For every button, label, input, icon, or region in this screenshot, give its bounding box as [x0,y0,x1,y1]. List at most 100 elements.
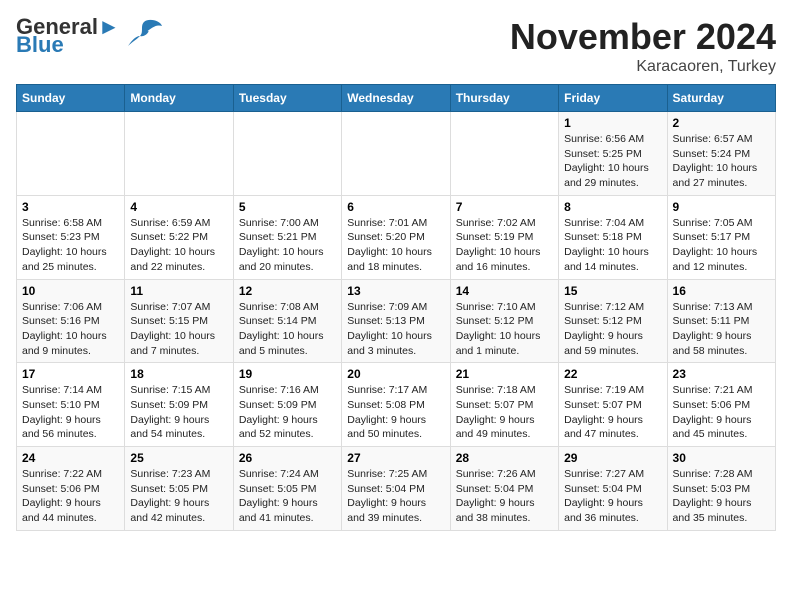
weekday-header: Friday [559,85,667,112]
day-number: 1 [564,116,661,130]
calendar-cell: 28 Sunrise: 7:26 AM Sunset: 5:04 PM Dayli… [450,447,558,531]
calendar-location: Karacaoren, Turkey [510,58,776,76]
day-number: 16 [673,284,770,298]
day-info: Sunrise: 7:06 AM Sunset: 5:16 PM Dayligh… [22,300,119,359]
day-number: 26 [239,451,336,465]
calendar-cell: 22 Sunrise: 7:19 AM Sunset: 5:07 PM Dayli… [559,363,667,447]
day-number: 8 [564,200,661,214]
day-number: 11 [130,284,227,298]
day-info: Sunrise: 7:19 AM Sunset: 5:07 PM Dayligh… [564,383,661,442]
calendar-cell: 25 Sunrise: 7:23 AM Sunset: 5:05 PM Dayli… [125,447,233,531]
calendar-cell [17,112,125,196]
calendar-cell: 11 Sunrise: 7:07 AM Sunset: 5:15 PM Dayli… [125,279,233,363]
calendar-cell: 24 Sunrise: 7:22 AM Sunset: 5:06 PM Dayli… [17,447,125,531]
calendar-header-row: SundayMondayTuesdayWednesdayThursdayFrid… [17,85,776,112]
day-info: Sunrise: 7:23 AM Sunset: 5:05 PM Dayligh… [130,467,227,526]
day-number: 17 [22,367,119,381]
day-number: 14 [456,284,553,298]
day-info: Sunrise: 7:21 AM Sunset: 5:06 PM Dayligh… [673,383,770,442]
day-info: Sunrise: 7:16 AM Sunset: 5:09 PM Dayligh… [239,383,336,442]
calendar-cell: 8 Sunrise: 7:04 AM Sunset: 5:18 PM Daylig… [559,195,667,279]
calendar-cell: 12 Sunrise: 7:08 AM Sunset: 5:14 PM Dayli… [233,279,341,363]
weekday-header: Monday [125,85,233,112]
calendar-cell: 30Sunrise: 7:28 AM Sunset: 5:03 PM Dayli… [667,447,775,531]
calendar-week-row: 10 Sunrise: 7:06 AM Sunset: 5:16 PM Dayli… [17,279,776,363]
day-info: Sunrise: 7:04 AM Sunset: 5:18 PM Dayligh… [564,216,661,275]
day-number: 25 [130,451,227,465]
day-info: Sunrise: 6:57 AM Sunset: 5:24 PM Dayligh… [673,132,770,191]
calendar-week-row: 3 Sunrise: 6:58 AM Sunset: 5:23 PM Daylig… [17,195,776,279]
weekday-header: Sunday [17,85,125,112]
calendar-cell: 9 Sunrise: 7:05 AM Sunset: 5:17 PM Daylig… [667,195,775,279]
calendar-cell: 18 Sunrise: 7:15 AM Sunset: 5:09 PM Dayli… [125,363,233,447]
calendar-cell [450,112,558,196]
day-info: Sunrise: 7:02 AM Sunset: 5:19 PM Dayligh… [456,216,553,275]
weekday-header: Saturday [667,85,775,112]
day-info: Sunrise: 7:14 AM Sunset: 5:10 PM Dayligh… [22,383,119,442]
day-number: 19 [239,367,336,381]
calendar-cell: 10 Sunrise: 7:06 AM Sunset: 5:16 PM Dayli… [17,279,125,363]
day-info: Sunrise: 7:05 AM Sunset: 5:17 PM Dayligh… [673,216,770,275]
day-info: Sunrise: 7:26 AM Sunset: 5:04 PM Dayligh… [456,467,553,526]
calendar-cell: 19 Sunrise: 7:16 AM Sunset: 5:09 PM Dayli… [233,363,341,447]
calendar-cell: 26Sunrise: 7:24 AM Sunset: 5:05 PM Dayli… [233,447,341,531]
page-header: General► Blue November 2024 Karacaoren, … [16,16,776,76]
day-number: 20 [347,367,444,381]
day-number: 22 [564,367,661,381]
calendar-cell [125,112,233,196]
day-number: 5 [239,200,336,214]
day-number: 24 [22,451,119,465]
day-info: Sunrise: 7:15 AM Sunset: 5:09 PM Dayligh… [130,383,227,442]
calendar-week-row: 24 Sunrise: 7:22 AM Sunset: 5:06 PM Dayli… [17,447,776,531]
calendar-cell: 4Sunrise: 6:59 AM Sunset: 5:22 PM Daylig… [125,195,233,279]
day-info: Sunrise: 7:22 AM Sunset: 5:06 PM Dayligh… [22,467,119,526]
weekday-header: Wednesday [342,85,450,112]
day-info: Sunrise: 7:25 AM Sunset: 5:04 PM Dayligh… [347,467,444,526]
calendar-cell: 14 Sunrise: 7:10 AM Sunset: 5:12 PM Dayli… [450,279,558,363]
calendar-title-block: November 2024 Karacaoren, Turkey [510,16,776,76]
day-info: Sunrise: 6:58 AM Sunset: 5:23 PM Dayligh… [22,216,119,275]
calendar-cell: 27 Sunrise: 7:25 AM Sunset: 5:04 PM Dayli… [342,447,450,531]
day-number: 15 [564,284,661,298]
day-info: Sunrise: 7:13 AM Sunset: 5:11 PM Dayligh… [673,300,770,359]
day-number: 28 [456,451,553,465]
day-number: 4 [130,200,227,214]
day-info: Sunrise: 7:10 AM Sunset: 5:12 PM Dayligh… [456,300,553,359]
calendar-cell: 5Sunrise: 7:00 AM Sunset: 5:21 PM Daylig… [233,195,341,279]
day-info: Sunrise: 7:07 AM Sunset: 5:15 PM Dayligh… [130,300,227,359]
calendar-cell: 16 Sunrise: 7:13 AM Sunset: 5:11 PM Dayli… [667,279,775,363]
day-info: Sunrise: 7:27 AM Sunset: 5:04 PM Dayligh… [564,467,661,526]
calendar-cell: 13Sunrise: 7:09 AM Sunset: 5:13 PM Dayli… [342,279,450,363]
logo: General► Blue [16,16,162,56]
day-info: Sunrise: 7:18 AM Sunset: 5:07 PM Dayligh… [456,383,553,442]
day-info: Sunrise: 7:01 AM Sunset: 5:20 PM Dayligh… [347,216,444,275]
day-info: Sunrise: 7:08 AM Sunset: 5:14 PM Dayligh… [239,300,336,359]
calendar-cell: 6 Sunrise: 7:01 AM Sunset: 5:20 PM Daylig… [342,195,450,279]
day-number: 30 [673,451,770,465]
weekday-header: Thursday [450,85,558,112]
calendar-cell: 21Sunrise: 7:18 AM Sunset: 5:07 PM Dayli… [450,363,558,447]
day-number: 18 [130,367,227,381]
calendar-cell [342,112,450,196]
calendar-cell: 17 Sunrise: 7:14 AM Sunset: 5:10 PM Dayli… [17,363,125,447]
day-number: 2 [673,116,770,130]
day-info: Sunrise: 7:17 AM Sunset: 5:08 PM Dayligh… [347,383,444,442]
weekday-header: Tuesday [233,85,341,112]
calendar-cell [233,112,341,196]
calendar-cell: 1 Sunrise: 6:56 AM Sunset: 5:25 PM Daylig… [559,112,667,196]
day-info: Sunrise: 6:56 AM Sunset: 5:25 PM Dayligh… [564,132,661,191]
day-number: 27 [347,451,444,465]
calendar-cell: 7Sunrise: 7:02 AM Sunset: 5:19 PM Daylig… [450,195,558,279]
day-number: 10 [22,284,119,298]
day-number: 13 [347,284,444,298]
calendar-cell: 29Sunrise: 7:27 AM Sunset: 5:04 PM Dayli… [559,447,667,531]
day-number: 9 [673,200,770,214]
day-number: 12 [239,284,336,298]
calendar-cell: 15 Sunrise: 7:12 AM Sunset: 5:12 PM Dayli… [559,279,667,363]
day-number: 3 [22,200,119,214]
day-number: 6 [347,200,444,214]
calendar-cell: 2 Sunrise: 6:57 AM Sunset: 5:24 PM Daylig… [667,112,775,196]
calendar-week-row: 1 Sunrise: 6:56 AM Sunset: 5:25 PM Daylig… [17,112,776,196]
day-info: Sunrise: 7:12 AM Sunset: 5:12 PM Dayligh… [564,300,661,359]
calendar-week-row: 17 Sunrise: 7:14 AM Sunset: 5:10 PM Dayli… [17,363,776,447]
